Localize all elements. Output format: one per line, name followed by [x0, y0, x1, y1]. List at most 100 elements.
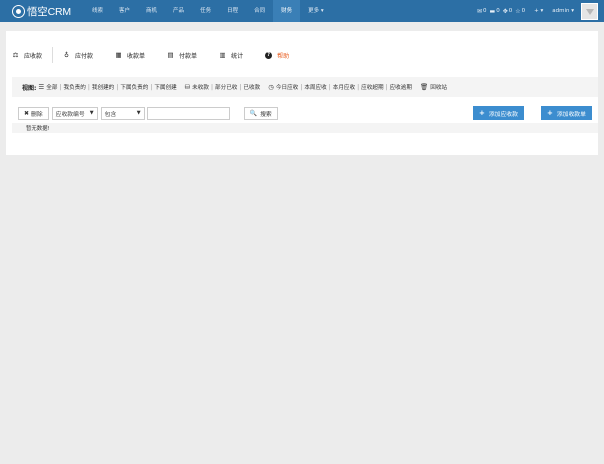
- user-name: admin: [552, 8, 570, 14]
- filter-paid[interactable]: 已收款: [243, 83, 260, 91]
- messages-counter[interactable]: ✉ 0: [477, 8, 487, 15]
- filter-due-today-label: 今日应收: [275, 85, 299, 91]
- filter-late[interactable]: 应收逾期: [390, 83, 412, 91]
- receivable-icon: ⚖: [12, 51, 19, 59]
- filter-overdue[interactable]: 应收超期: [361, 83, 383, 91]
- add-receivable-button[interactable]: + 添加应收款: [473, 106, 524, 120]
- nav-item-calendar[interactable]: 日程: [219, 0, 246, 22]
- filter-recycle-bin[interactable]: 🗑 回收站: [420, 83, 447, 91]
- plus-icon: +: [547, 109, 553, 117]
- user-menu[interactable]: admin ▾: [552, 8, 574, 14]
- payment-icon: ▤: [167, 51, 174, 59]
- add-receipt-button[interactable]: + 添加收款单: [541, 106, 592, 120]
- nav-more-label: 更多: [308, 8, 320, 14]
- settings-counter[interactable]: ✥ 0: [503, 8, 513, 15]
- settings-count: 0: [508, 8, 513, 14]
- add-receivable-label: 添加应收款: [488, 111, 518, 118]
- caret-down-icon: ▾: [540, 8, 544, 14]
- subnav-receivables[interactable]: ⚖ 应收款: [12, 51, 42, 60]
- subnav-help[interactable]: ? 帮助: [265, 51, 289, 60]
- search-button-label: 搜索: [260, 111, 272, 118]
- payable-icon: ♁: [64, 51, 69, 59]
- filter-subordinate-owned[interactable]: 下属负责的: [120, 83, 148, 91]
- favorites-count: 0: [521, 8, 526, 14]
- close-icon: ✖: [24, 109, 30, 117]
- logo[interactable]: 悟空CRM: [12, 3, 71, 19]
- subnav-statistics[interactable]: ▥ 统计: [219, 51, 243, 60]
- filter-partial[interactable]: 部分已收: [215, 83, 237, 91]
- chevron-down-icon: ▼: [89, 110, 94, 116]
- filter-all-label: 全部: [46, 85, 58, 91]
- plus-icon: +: [534, 8, 539, 14]
- trash-icon: 🗑: [419, 83, 429, 91]
- search-operator-value: 包含: [104, 111, 117, 118]
- caret-down-icon: ▾: [571, 8, 574, 14]
- subnav-payments[interactable]: ▤ 付款单: [167, 51, 197, 60]
- filter-recycle-bin-label: 回收站: [430, 85, 448, 91]
- empty-message: 暂无数据!: [26, 126, 50, 132]
- subnav-help-label: 帮助: [277, 52, 290, 60]
- question-icon: ?: [265, 51, 273, 59]
- finance-subnav: ⚖ 应收款 ♁ 应付款 ▦ 收款单 ▤ 付款单 ▥ 统计 ? 帮助: [12, 46, 311, 64]
- clock-icon: ◷: [268, 83, 274, 91]
- subnav-statistics-label: 统计: [231, 52, 244, 60]
- nav-item-products[interactable]: 产品: [165, 0, 192, 22]
- view-filter-bar: 视图: ☰ 全部 | 我负责的 | 我创建的 | 下属负责的 | 下属创建 ⛁ 未收…: [12, 77, 598, 97]
- divider: [52, 47, 54, 63]
- filter-created-by-me[interactable]: 我创建的: [92, 83, 114, 91]
- search-button[interactable]: 🔍 搜索: [243, 106, 278, 120]
- filter-all[interactable]: ☰ 全部: [38, 83, 57, 91]
- main-nav: 线索 客户 商机 产品 任务 日程 合同 财务 更多 ▾: [84, 0, 328, 22]
- search-icon: 🔍: [249, 109, 258, 117]
- search-input[interactable]: [146, 106, 230, 120]
- delete-button[interactable]: ✖ 删除: [18, 106, 49, 120]
- nav-item-contracts[interactable]: 合同: [246, 0, 273, 22]
- list-icon: ☰: [38, 83, 45, 91]
- chevron-down-icon: ▼: [136, 110, 141, 116]
- subnav-receipts[interactable]: ▦ 收款单: [115, 51, 145, 60]
- add-receipt-label: 添加收款单: [556, 111, 586, 118]
- avatar[interactable]: [581, 3, 598, 20]
- favorites-counter[interactable]: ☆ 0: [515, 8, 525, 15]
- logo-text: 悟空CRM: [27, 5, 71, 18]
- subnav-payables[interactable]: ♁ 应付款: [63, 51, 93, 60]
- subnav-payments-label: 付款单: [179, 52, 198, 60]
- search-field-select[interactable]: 应收款编号 ▼: [51, 106, 98, 120]
- nav-item-more[interactable]: 更多 ▾: [300, 0, 328, 22]
- subnav-receivables-label: 应收款: [24, 52, 43, 60]
- filter-mine[interactable]: 我负责的: [63, 83, 85, 91]
- table-header: [12, 123, 598, 133]
- top-navbar: 悟空CRM 线索 客户 商机 产品 任务 日程 合同 财务 更多 ▾ ✉ 0 ▬ 0…: [0, 0, 604, 22]
- filter-due-today[interactable]: ◷ 今日应收: [268, 83, 298, 91]
- filter-unpaid[interactable]: ⛁ 未收款: [185, 83, 209, 91]
- gear-icon: ✥: [502, 7, 508, 15]
- plus-icon: +: [479, 109, 485, 117]
- nav-item-customers[interactable]: 客户: [111, 0, 138, 22]
- nav-item-opportunities[interactable]: 商机: [138, 0, 165, 22]
- chart-icon: ▥: [219, 51, 226, 59]
- search-operator-select[interactable]: 包含 ▼: [100, 106, 145, 120]
- nav-item-finance[interactable]: 财务: [273, 0, 301, 22]
- subnav-payables-label: 应付款: [75, 52, 94, 60]
- list-toolbar: ✖ 删除 应收款编号 ▼ 包含 ▼ 🔍 搜索: [18, 106, 278, 120]
- logo-icon: [12, 4, 25, 18]
- comments-count: 0: [496, 8, 500, 14]
- search-field-value: 应收款编号: [55, 111, 85, 118]
- nav-item-leads[interactable]: 线索: [84, 0, 111, 22]
- nav-item-tasks[interactable]: 任务: [192, 0, 219, 22]
- messages-count: 0: [483, 8, 487, 14]
- top-right-tools: ✉ 0 ▬ 0 ✥ 0 ☆ 0 + ▾ admin ▾: [474, 0, 574, 22]
- delete-button-label: 删除: [31, 111, 43, 118]
- quick-add-menu[interactable]: + ▾: [534, 8, 543, 14]
- subnav-receipts-label: 收款单: [127, 52, 146, 60]
- filter-subordinate-created[interactable]: 下属创建: [154, 83, 176, 91]
- star-icon: ☆: [515, 7, 521, 15]
- filter-due-month[interactable]: 本月应收: [333, 83, 355, 91]
- filter-due-week[interactable]: 本周应收: [304, 83, 326, 91]
- filter-label: 视图:: [22, 84, 37, 92]
- envelope-icon: ✉: [477, 7, 483, 15]
- filter-unpaid-label: 未收款: [192, 85, 209, 91]
- receipt-icon: ▦: [115, 51, 122, 59]
- coins-icon: ⛁: [184, 83, 191, 91]
- comments-counter[interactable]: ▬ 0: [490, 8, 500, 15]
